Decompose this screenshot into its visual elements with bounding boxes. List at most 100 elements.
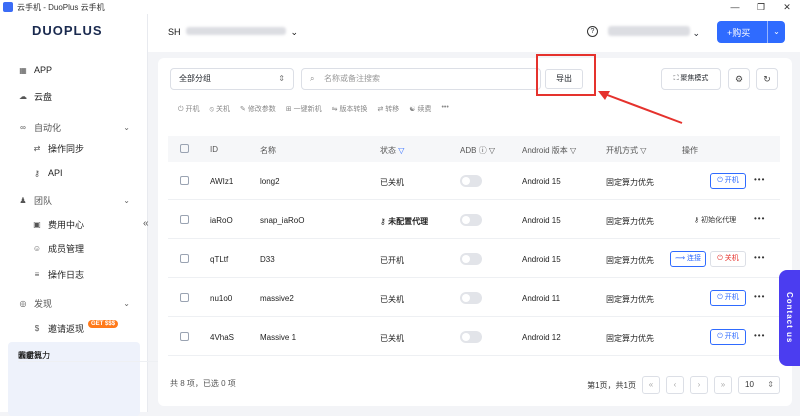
- table-row[interactable]: AWIz1 long2 已关机 Android 15 固定算力优先 ⏻ 开机 •••: [168, 162, 780, 200]
- power-on-button[interactable]: ⏻ 开机: [710, 329, 746, 345]
- bulk-action-label: 关机: [216, 106, 230, 113]
- row-checkbox[interactable]: [180, 215, 189, 224]
- cell-status: ⚷ 未配置代理: [380, 216, 428, 227]
- bulk-action-5[interactable]: ⇄ 转移: [377, 104, 399, 114]
- filter-icon[interactable]: ▽: [640, 146, 646, 155]
- connect-button[interactable]: ⟿ 连接: [670, 251, 706, 267]
- bulk-action-2[interactable]: ✎ 修改参数: [240, 104, 276, 114]
- chevron-down-icon[interactable]: ⌄: [767, 21, 785, 43]
- info-icon[interactable]: ⓘ: [479, 146, 487, 155]
- sidebar-item-0[interactable]: ▦ APP: [0, 60, 148, 80]
- more-actions-icon[interactable]: •••: [754, 214, 765, 223]
- cell-boot: 固定算力优先: [606, 295, 654, 304]
- more-actions-icon[interactable]: •••: [754, 331, 765, 340]
- sidebar-item-4[interactable]: ⚷ API: [0, 163, 148, 183]
- sidebar-item-5[interactable]: ♟ 团队 ⌄: [0, 190, 148, 210]
- close-icon[interactable]: ✕: [774, 0, 800, 14]
- table-row[interactable]: nu1o0 massive2 已关机 Android 11 固定算力优先 ⏻ 开机 •••: [168, 279, 780, 317]
- more-actions-icon[interactable]: •••: [754, 175, 765, 184]
- contact-us-tab[interactable]: Contact us: [779, 270, 800, 366]
- cell-id: AWIz1: [210, 177, 234, 186]
- sidebar-item-1[interactable]: ☁ 云盘: [0, 86, 148, 106]
- buy-button[interactable]: +购买 ⌄: [717, 21, 785, 43]
- sidebar-item-10[interactable]: $ 邀请返现 GET $$$: [0, 318, 148, 338]
- row-checkbox[interactable]: [180, 254, 189, 263]
- chevron-down-icon[interactable]: ⌄: [123, 196, 130, 205]
- sidebar-item-6[interactable]: ▣ 费用中心: [0, 214, 148, 234]
- bulk-action-0[interactable]: ⏻ 开机: [178, 104, 199, 114]
- sidebar-item-7[interactable]: ☺ 成员管理: [0, 238, 148, 258]
- row-checkbox[interactable]: [180, 176, 189, 185]
- init-proxy-button[interactable]: ⚷ 初始化代理: [694, 215, 736, 225]
- power-on-button[interactable]: ⏻ 开机: [710, 290, 746, 306]
- bulk-action-7[interactable]: •••: [441, 104, 448, 114]
- first-page-icon[interactable]: «: [642, 376, 660, 394]
- bulk-action-4[interactable]: ⇋ 版本转换: [332, 104, 368, 114]
- sidebar-item-9[interactable]: ◎ 发现 ⌄: [0, 293, 148, 313]
- bulk-action-6[interactable]: ☯ 续费: [409, 104, 431, 114]
- table-row[interactable]: 4VhaS Massive 1 已关机 Android 12 固定算力优先 ⏻ 开机 •••: [168, 318, 780, 356]
- sidebar-item-label: 发现: [34, 298, 53, 309]
- bulk-action-3[interactable]: ⊞ 一键新机: [286, 104, 322, 114]
- sidebar-item-2[interactable]: ∞ 自动化 ⌄: [0, 117, 148, 137]
- adb-toggle[interactable]: [460, 253, 482, 265]
- shutdown-button[interactable]: ⏻ 关机: [710, 251, 746, 267]
- refresh-icon[interactable]: ↻: [756, 68, 778, 90]
- sidebar-item-3[interactable]: ⇄ 操作同步: [0, 138, 148, 158]
- chevron-down-icon[interactable]: ⌄: [123, 299, 130, 308]
- minimize-icon[interactable]: —: [722, 0, 748, 14]
- filter-icon[interactable]: ▽: [570, 146, 576, 155]
- page-size-value: 10: [745, 380, 754, 389]
- last-page-icon[interactable]: »: [714, 376, 732, 394]
- power-on-button[interactable]: ⏻ 开机: [710, 173, 746, 189]
- updown-caret-icon: ⇕: [278, 74, 285, 83]
- workspace-switcher[interactable]: SH ⌄: [168, 27, 298, 38]
- focus-mode-button[interactable]: ⛶ 聚焦模式: [661, 68, 721, 90]
- table-header: ID 名称 状态 ▽ ADB ⓘ ▽ Android 版本 ▽ 开机方式 ▽ 操…: [168, 136, 780, 162]
- row-checkbox[interactable]: [180, 332, 189, 341]
- more-actions-icon[interactable]: •••: [754, 292, 765, 301]
- adb-toggle[interactable]: [460, 292, 482, 304]
- filter-settings-icon[interactable]: ⚙: [728, 68, 750, 90]
- account-menu[interactable]: ⌄: [608, 26, 700, 39]
- status-label: 已关机: [380, 295, 404, 304]
- chevron-down-icon[interactable]: ⌄: [123, 123, 130, 132]
- cell-boot: 固定算力优先: [606, 334, 654, 343]
- col-status[interactable]: 状态 ▽: [380, 145, 404, 156]
- group-select[interactable]: 全部分组 ⇕: [170, 68, 294, 90]
- select-all-checkbox[interactable]: [180, 144, 189, 153]
- sidebar-item-8[interactable]: ≡ 操作日志: [0, 264, 148, 284]
- collapse-sidebar-icon[interactable]: «: [143, 218, 149, 229]
- bulk-action-1[interactable]: ⦸ 关机: [209, 104, 230, 114]
- window-controls: — ❐ ✕: [722, 0, 800, 14]
- table-row[interactable]: iaRoO snap_iaRoO ⚷ 未配置代理 Android 15 固定算力优先 ⚷ …: [168, 201, 780, 239]
- chevron-down-icon: ⌄: [692, 28, 701, 38]
- adb-toggle[interactable]: [460, 214, 482, 226]
- workspace-prefix: SH: [168, 27, 181, 37]
- window-titlebar: 云手机 - DuoPlus 云手机 — ❐ ✕: [0, 0, 800, 14]
- table-row[interactable]: qTLtf D33 已开机 Android 15 固定算力优先 ⟿ 连接 ⏻ 关机 •••: [168, 240, 780, 278]
- maximize-icon[interactable]: ❐: [748, 0, 774, 14]
- top-bar: SH ⌄ ? ⌄ +购买 ⌄: [148, 14, 800, 52]
- search-input[interactable]: ⌕ 名称或备注搜索: [301, 68, 541, 90]
- page-size-select[interactable]: 10 ⇕: [738, 376, 780, 394]
- next-page-icon[interactable]: ›: [690, 376, 708, 394]
- app-logo-icon: [3, 2, 13, 12]
- filter-icon[interactable]: ▽: [398, 146, 404, 155]
- row-checkbox[interactable]: [180, 293, 189, 302]
- brand-logo: DUOPLUS: [32, 23, 103, 38]
- filter-icon[interactable]: ▽: [489, 146, 495, 155]
- power-icon: ⏻: [717, 333, 725, 340]
- bulk-action-label: 版本转换: [339, 106, 368, 113]
- cell-android: Android 15: [522, 177, 561, 186]
- infinity-icon: ∞: [20, 122, 26, 132]
- sidebar-item-label: 团队: [34, 195, 53, 206]
- help-icon[interactable]: ?: [587, 26, 598, 37]
- adb-toggle[interactable]: [460, 175, 482, 187]
- cell-status: 已关机: [380, 294, 404, 305]
- more-actions-icon[interactable]: •••: [754, 253, 765, 262]
- window-title: 云手机 - DuoPlus 云手机: [17, 2, 105, 12]
- adb-toggle[interactable]: [460, 331, 482, 343]
- power-icon: ⏻: [717, 294, 725, 301]
- prev-page-icon[interactable]: ‹: [666, 376, 684, 394]
